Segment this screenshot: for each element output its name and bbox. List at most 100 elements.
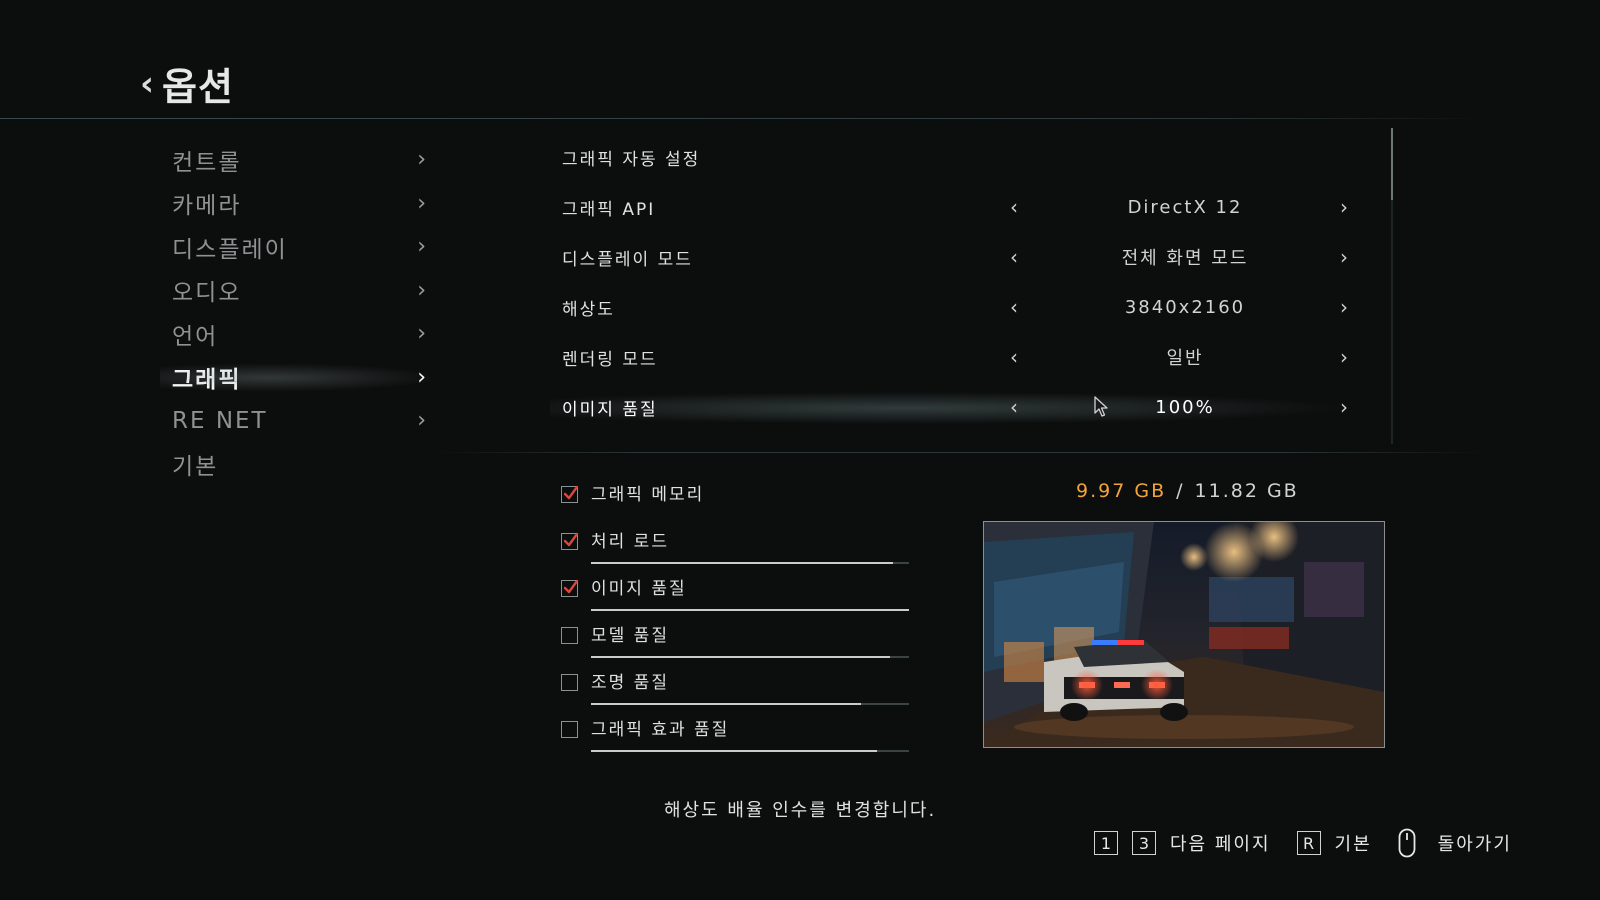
- chevron-left-icon[interactable]: ‹: [1010, 245, 1018, 269]
- check-label: 조명 품질: [591, 673, 669, 693]
- setting-resolution[interactable]: 해상도 ‹ 3840x2160 ›: [540, 282, 1370, 332]
- check-effects-quality[interactable]: 그래픽 효과 품질: [561, 711, 911, 758]
- load-bar-fill: [591, 703, 862, 705]
- graphics-load-panel: 그래픽 메모리 처리 로드 이미지 품질 모델 품질 조명 품질 그래픽 효과 …: [561, 476, 911, 758]
- sidebar-item-label: RE NET: [172, 407, 268, 434]
- chevron-right-icon[interactable]: ›: [1340, 345, 1348, 369]
- chevron-left-icon[interactable]: ‹: [1010, 395, 1018, 419]
- sidebar-item-audio[interactable]: 오디오 ›: [160, 269, 430, 313]
- sidebar-item-graphics[interactable]: 그래픽 ›: [160, 356, 430, 400]
- chevron-right-icon: ›: [417, 321, 426, 347]
- load-bar: [591, 703, 909, 705]
- chevron-right-icon[interactable]: ›: [1340, 395, 1348, 419]
- setting-value: 일반: [1166, 348, 1204, 369]
- chevron-right-icon: ›: [417, 147, 426, 173]
- header-divider: [0, 118, 1490, 119]
- chevron-left-icon[interactable]: ‹: [1010, 345, 1018, 369]
- check-graphics-memory[interactable]: 그래픽 메모리: [561, 476, 911, 523]
- setting-value: 100%: [1155, 396, 1215, 418]
- sidebar-item-label: 카메라: [172, 193, 242, 220]
- memory-used: 9.97 GB: [1076, 480, 1167, 502]
- checkmark-icon: [563, 579, 579, 594]
- setting-value: 전체 화면 모드: [1121, 248, 1249, 269]
- chevron-right-icon[interactable]: ›: [1340, 295, 1348, 319]
- setting-label: 그래픽 자동 설정: [562, 149, 701, 170]
- chevron-left-icon[interactable]: ‹: [1010, 295, 1018, 319]
- setting-label: 렌더링 모드: [562, 349, 658, 370]
- chevron-right-icon[interactable]: ›: [1340, 195, 1348, 219]
- scrollbar-thumb[interactable]: [1391, 128, 1393, 200]
- setting-value: DirectX 12: [1127, 196, 1243, 218]
- sidebar-item-label: 디스플레이: [172, 236, 288, 263]
- chevron-right-icon[interactable]: ›: [1340, 245, 1348, 269]
- chevron-right-icon: ›: [417, 277, 426, 303]
- check-processing-load[interactable]: 처리 로드: [561, 523, 911, 570]
- check-image-quality[interactable]: 이미지 품질: [561, 570, 911, 617]
- sidebar-item-display[interactable]: 디스플레이 ›: [160, 225, 430, 269]
- checkbox[interactable]: [561, 485, 579, 503]
- chevron-right-icon: ›: [417, 234, 426, 260]
- load-bar-fill: [591, 656, 890, 658]
- checkbox[interactable]: [561, 721, 578, 738]
- sidebar-item-renet[interactable]: RE NET ›: [160, 399, 430, 443]
- setting-rendering-mode[interactable]: 렌더링 모드 ‹ 일반 ›: [540, 332, 1370, 382]
- key-r-icon[interactable]: R: [1296, 831, 1321, 855]
- sidebar-item-default[interactable]: 기본: [160, 443, 430, 487]
- chevron-left-icon[interactable]: ‹: [1010, 195, 1018, 219]
- load-bar-fill: [591, 609, 909, 611]
- load-bar: [591, 609, 909, 611]
- setting-label: 디스플레이 모드: [562, 249, 693, 270]
- checkbox[interactable]: [561, 579, 579, 597]
- sidebar-item-label: 기본: [172, 454, 219, 481]
- default-label[interactable]: 기본: [1335, 830, 1372, 856]
- sidebar-item-label: 언어: [172, 323, 219, 350]
- setting-display-mode[interactable]: 디스플레이 모드 ‹ 전체 화면 모드 ›: [540, 232, 1370, 282]
- setting-auto-graphics[interactable]: 그래픽 자동 설정: [540, 132, 1370, 182]
- check-model-quality[interactable]: 모델 품질: [561, 617, 911, 664]
- key-3-icon[interactable]: 3: [1132, 831, 1156, 855]
- section-divider: [430, 452, 1490, 453]
- sidebar: 컨트롤 › 카메라 › 디스플레이 › 오디오 › 언어 › 그래픽 › RE …: [160, 138, 430, 486]
- load-bar-fill: [591, 562, 894, 564]
- memory-separator: /: [1176, 480, 1185, 502]
- checkmark-icon: [563, 485, 579, 500]
- key-1-icon[interactable]: 1: [1094, 831, 1118, 855]
- checkbox[interactable]: [561, 532, 579, 550]
- check-label: 그래픽 효과 품질: [591, 720, 730, 740]
- next-page-label[interactable]: 다음 페이지: [1170, 830, 1271, 856]
- mouse-icon[interactable]: [1398, 828, 1416, 858]
- mouse-pointer-icon: [1094, 396, 1108, 417]
- load-bar-fill: [591, 750, 878, 752]
- sidebar-item-language[interactable]: 언어 ›: [160, 312, 430, 356]
- graphics-memory-readout: 9.97 GB / 11.82 GB: [1076, 480, 1299, 502]
- check-label: 그래픽 메모리: [591, 485, 705, 505]
- checkmark-icon: [563, 532, 579, 547]
- setting-description: 해상도 배율 인수를 변경합니다.: [664, 800, 937, 821]
- chevron-left-icon[interactable]: ‹: [140, 67, 154, 101]
- load-bar: [591, 750, 909, 752]
- sidebar-item-label: 그래픽: [172, 367, 242, 394]
- setting-graphics-api[interactable]: 그래픽 API ‹ DirectX 12 ›: [540, 182, 1370, 232]
- check-label: 이미지 품질: [591, 579, 687, 599]
- checkbox[interactable]: [561, 627, 578, 644]
- preview-scene: [984, 522, 1384, 747]
- chevron-right-icon: ›: [417, 364, 426, 390]
- page-title: 옵션: [162, 65, 234, 109]
- back-label[interactable]: 돌아가기: [1438, 830, 1512, 856]
- setting-image-quality[interactable]: 이미지 품질 ‹ 100% ›: [540, 382, 1370, 432]
- memory-total: 11.82 GB: [1194, 480, 1299, 502]
- setting-value: 3840x2160: [1124, 296, 1246, 318]
- chevron-right-icon: ›: [417, 190, 426, 216]
- setting-label: 이미지 품질: [562, 399, 658, 420]
- check-label: 모델 품질: [591, 626, 669, 646]
- check-lighting-quality[interactable]: 조명 품질: [561, 664, 911, 711]
- sidebar-item-camera[interactable]: 카메라 ›: [160, 182, 430, 226]
- graphics-settings-list: 그래픽 자동 설정 그래픽 API ‹ DirectX 12 › 디스플레이 모…: [540, 132, 1370, 432]
- sidebar-item-label: 컨트롤: [172, 149, 242, 176]
- sidebar-item-controls[interactable]: 컨트롤 ›: [160, 138, 430, 182]
- checkbox[interactable]: [561, 674, 578, 691]
- footer-controls: 1 3 다음 페이지 R 기본 돌아가기: [1094, 828, 1538, 858]
- chevron-right-icon: ›: [417, 408, 426, 434]
- check-label: 처리 로드: [591, 532, 669, 552]
- page-header: ‹ 옵션: [140, 56, 234, 111]
